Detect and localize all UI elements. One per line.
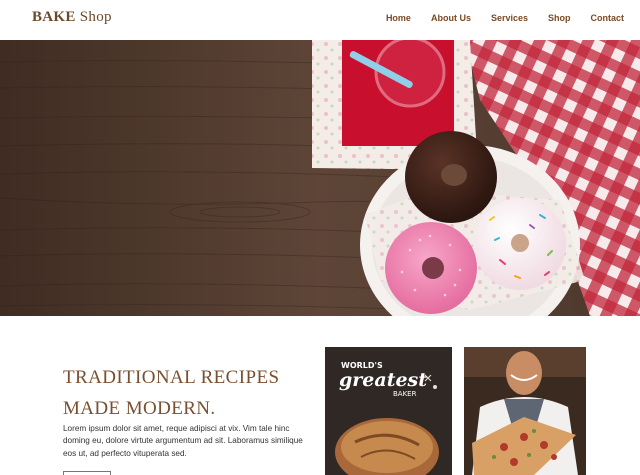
headline-line-1: TRADITIONAL RECIPES — [63, 367, 280, 388]
card-headline: greatest — [339, 369, 428, 391]
headline-line-2: MADE MODERN. — [63, 398, 216, 419]
nav-services[interactable]: Services — [491, 13, 528, 23]
nav-shop[interactable]: Shop — [548, 13, 571, 23]
logo-text: Shop — [75, 9, 112, 25]
site-header: BAKE Shop Home About Us Services Shop Co… — [0, 0, 640, 40]
nav-contact[interactable]: Contact — [591, 13, 625, 23]
logo-bold-text: BAKE — [32, 9, 76, 25]
chef-face — [506, 351, 542, 395]
card-subtitle: BAKER — [393, 390, 417, 398]
site-logo[interactable]: BAKE Shop — [32, 9, 112, 26]
intro-paragraph: Lorem ipsum dolor sit amet, reque adipis… — [63, 424, 303, 458]
chef-photo-card[interactable] — [464, 347, 586, 475]
nav-home[interactable]: Home — [386, 13, 411, 23]
read-more-button[interactable] — [63, 471, 111, 475]
nav-about-us[interactable]: About Us — [431, 13, 471, 23]
baker-promo-card[interactable]: WORLD'S greatest BAKER — [325, 347, 452, 475]
section-headline: TRADITIONAL RECIPES MADE MODERN. — [63, 362, 279, 424]
hero-image — [0, 40, 640, 316]
main-nav: Home About Us Services Shop Contact — [366, 13, 624, 23]
